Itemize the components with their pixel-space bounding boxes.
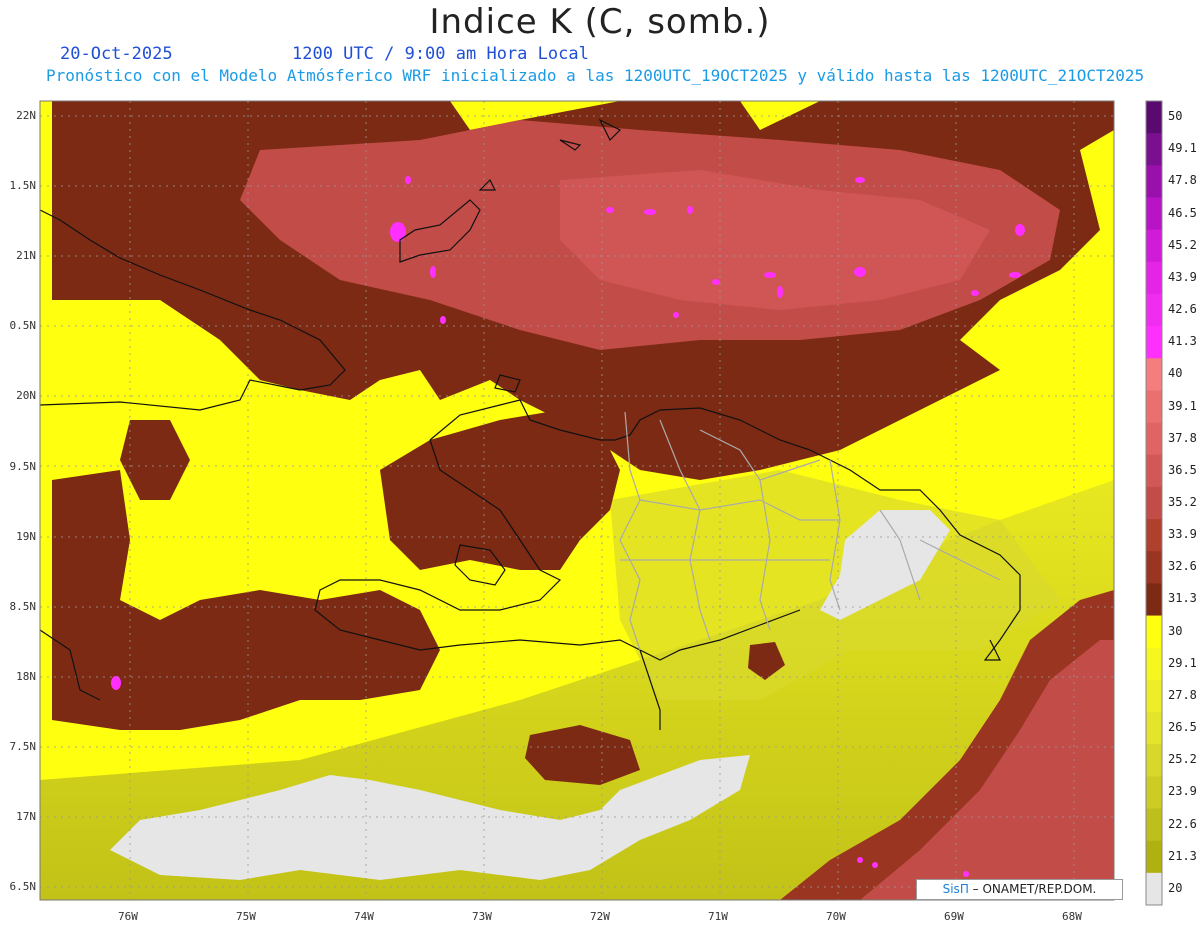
colorbar-label: 43.9 — [1168, 269, 1197, 284]
credit-text: – ONAMET/REP.DOM. — [968, 882, 1097, 896]
colorbar-swatch — [1146, 358, 1162, 391]
colorbar-swatch — [1146, 551, 1162, 584]
colorbar-swatch — [1146, 808, 1162, 842]
colorbar-label: 20 — [1168, 880, 1183, 895]
colorbar-swatch — [1146, 454, 1162, 488]
colorbar-swatch — [1146, 197, 1162, 231]
k-index-map — [39, 100, 1163, 906]
lon-label: 75W — [236, 910, 256, 923]
lon-label: 70W — [826, 910, 846, 923]
colorbar-swatch — [1146, 679, 1162, 713]
colorbar-swatch — [1146, 165, 1162, 198]
lon-label: 71W — [708, 910, 728, 923]
colorbar-label: 40 — [1168, 366, 1183, 381]
colorbar-label: 32.6 — [1168, 559, 1197, 574]
lat-label: 18N — [16, 669, 36, 683]
colorbar-label: 33.9 — [1168, 527, 1197, 542]
lat-label: 21N — [16, 249, 36, 263]
colorbar-label: 22.6 — [1168, 816, 1197, 831]
lon-label: 73W — [472, 910, 492, 923]
forecast-date: 20-Oct-2025 — [60, 44, 173, 64]
colorbar-swatch — [1146, 261, 1162, 295]
colorbar-label: 35.2 — [1168, 495, 1197, 509]
lon-label: 69W — [944, 910, 964, 923]
colorbar-swatch — [1146, 390, 1162, 424]
colorbar-label: 37.8 — [1168, 430, 1197, 445]
colorbar-swatch — [1146, 293, 1162, 327]
colorbar-swatch — [1146, 647, 1162, 681]
lat-label: 0.5N — [9, 319, 37, 333]
lat-label: 6.5N — [9, 880, 37, 894]
lat-label: 17N — [16, 810, 36, 823]
colorbar-swatch — [1146, 583, 1162, 617]
colorbar-swatch — [1146, 615, 1162, 649]
forecast-time: 1200 UTC / 9:00 am Hora Local — [292, 44, 589, 64]
colorbar-label: 46.5 — [1168, 205, 1197, 220]
colorbar-label: 30 — [1168, 623, 1183, 638]
colorbar-label: 36.5 — [1168, 462, 1197, 477]
colorbar-swatch — [1146, 229, 1162, 263]
colorbar-label: 49.1 — [1168, 141, 1197, 156]
colorbar-swatch — [1146, 776, 1162, 810]
colorbar-label: 39.1 — [1168, 398, 1197, 413]
colorbar-swatch — [1146, 486, 1162, 520]
colorbar-swatch — [1146, 712, 1162, 745]
lon-label: 72W — [590, 910, 610, 923]
colorbar-label: 27.8 — [1168, 687, 1197, 702]
lon-label: 68W — [1062, 910, 1082, 923]
colorbar-label: 29.1 — [1168, 655, 1197, 670]
colorbar-swatch — [1146, 519, 1162, 552]
lat-label: 19N — [16, 529, 36, 543]
forecast-description: Pronóstico con el Modelo Atmósferico WRF… — [46, 66, 1145, 85]
colorbar-swatch — [1146, 422, 1162, 456]
colorbar-swatch — [1146, 101, 1162, 134]
lat-label: 1.5N — [9, 179, 37, 193]
colorbar-label: 23.9 — [1168, 784, 1197, 799]
colorbar-label: 47.8 — [1168, 173, 1197, 188]
lat-label: 9.5N — [9, 459, 37, 473]
lat-label: 8.5N — [9, 599, 37, 613]
lon-label: 76W — [118, 910, 138, 923]
credit-badge: SisΠ – ONAMET/REP.DOM. — [916, 879, 1123, 900]
colorbar-label: 50 — [1168, 109, 1183, 124]
colorbar-label: 42.6 — [1168, 302, 1197, 317]
colorbar-label: 45.2 — [1168, 237, 1197, 252]
credit-brand: SisΠ — [942, 882, 969, 896]
colorbar-label: 31.3 — [1168, 591, 1197, 606]
lat-label: 7.5N — [9, 739, 37, 753]
colorbar-label: 25.2 — [1168, 752, 1197, 767]
map-title: Indice K (C, somb.) — [429, 2, 771, 42]
colorbar-swatch — [1146, 133, 1162, 166]
lat-label: 22N — [16, 109, 36, 122]
lat-label: 20N — [16, 389, 36, 403]
colorbar-label: 41.3 — [1168, 334, 1197, 349]
colorbar — [1145, 100, 1163, 906]
colorbar-swatch — [1146, 326, 1162, 359]
colorbar-swatch — [1146, 872, 1162, 906]
colorbar-label: 21.3 — [1168, 848, 1197, 863]
colorbar-swatch — [1146, 744, 1162, 777]
colorbar-swatch — [1146, 840, 1162, 874]
colorbar-label: 26.5 — [1168, 720, 1197, 735]
lon-label: 74W — [354, 910, 374, 923]
